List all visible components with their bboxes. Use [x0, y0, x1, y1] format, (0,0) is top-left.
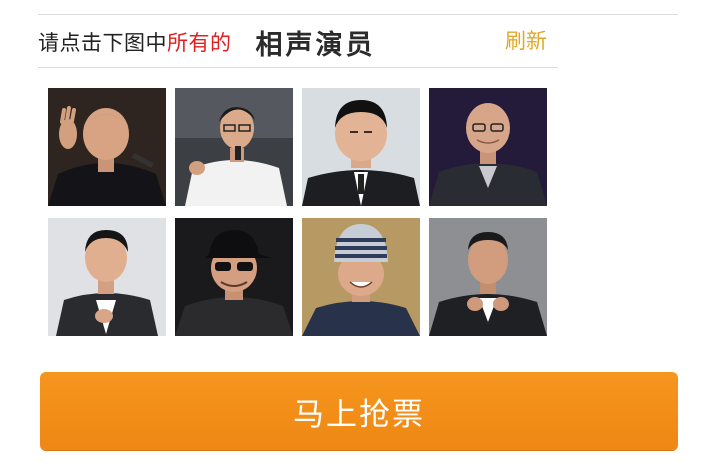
portrait-8-icon	[429, 218, 547, 336]
portrait-5-icon	[48, 218, 166, 336]
captcha-screen: 请点击下图中 所有的 相声演员 刷新 马上抢票	[0, 0, 710, 470]
image-tile-1[interactable]	[48, 88, 166, 206]
captcha-prompt: 请点击下图中 所有的 相声演员	[38, 24, 376, 61]
portrait-7-icon	[302, 218, 420, 336]
prompt-lead-text: 请点击下图中	[38, 31, 167, 55]
refresh-link[interactable]: 刷新	[505, 26, 547, 56]
portrait-4-icon	[429, 88, 547, 206]
image-tile-2[interactable]	[175, 88, 293, 206]
image-tile-8[interactable]	[429, 218, 547, 336]
buy-ticket-button[interactable]: 马上抢票	[40, 372, 678, 450]
image-tile-3[interactable]	[302, 88, 420, 206]
image-grid	[48, 88, 548, 336]
image-tile-6[interactable]	[175, 218, 293, 336]
portrait-6-icon	[175, 218, 293, 336]
image-tile-7[interactable]	[302, 218, 420, 336]
image-tile-4[interactable]	[429, 88, 547, 206]
top-divider	[38, 14, 678, 15]
portrait-2-icon	[175, 88, 293, 206]
portrait-3-icon	[302, 88, 420, 206]
image-tile-5[interactable]	[48, 218, 166, 336]
portrait-1-icon	[48, 88, 166, 206]
prompt-divider	[38, 67, 558, 68]
prompt-highlight-text: 所有的	[167, 31, 232, 55]
prompt-target-label: 相声演员	[255, 29, 376, 61]
